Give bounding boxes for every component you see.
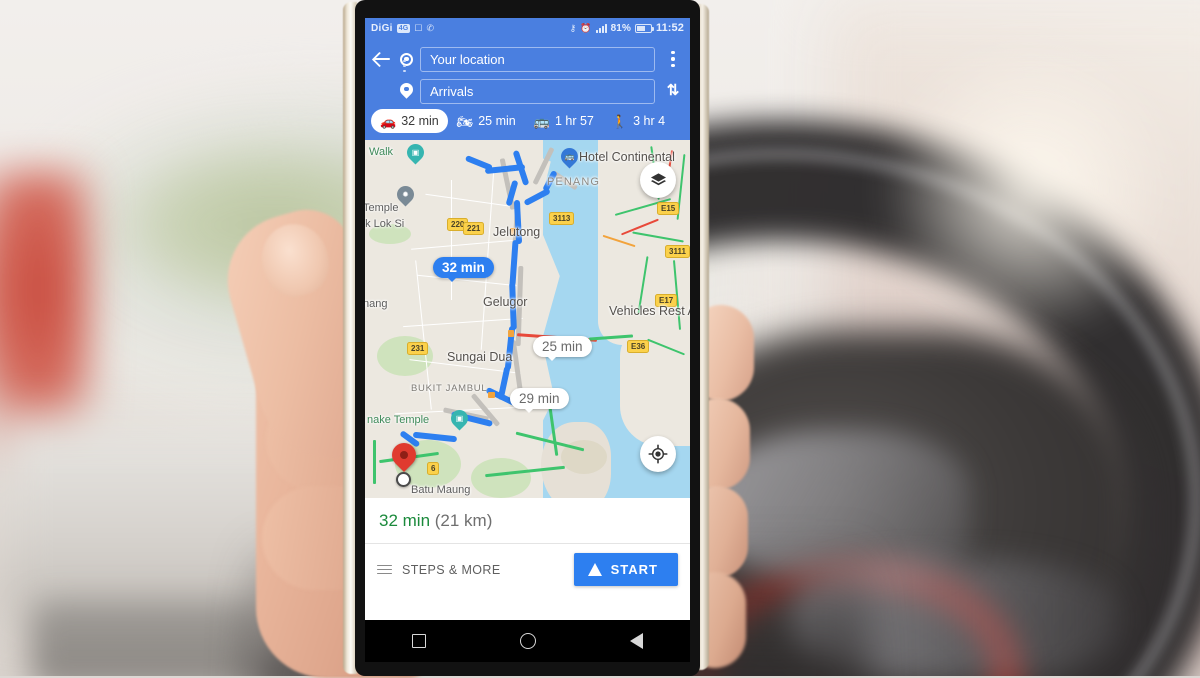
map-traffic-orange [488, 392, 495, 398]
eta-distance: (21 km) [434, 511, 493, 530]
destination-pin-icon [400, 83, 413, 100]
navigation-arrow-icon [587, 563, 602, 576]
hotel-icon: 🚌 [564, 152, 575, 161]
map-label: nang [365, 298, 388, 310]
map-label: BUKIT JAMBUL [411, 383, 488, 394]
motorcycle-icon: 🏍 [456, 113, 474, 129]
battery-percent: 81% [610, 22, 631, 34]
route-pill-alt-25[interactable]: 25 min [533, 336, 592, 361]
home-button-icon[interactable] [520, 633, 536, 649]
origin-input[interactable]: Your location [420, 46, 655, 72]
tab-motorcycle[interactable]: 🏍 25 min [448, 109, 525, 133]
eta-row: 32 min (21 km) [365, 498, 690, 543]
carrier-label: DiGi [371, 22, 393, 34]
map-label: Vehicles Rest Are [609, 304, 690, 318]
network-badge: 4G [396, 23, 411, 33]
directions-header: Your location Arrivals ⇅ 🚗 32 min 🏍 25 m… [365, 38, 690, 140]
map-green-area [471, 458, 531, 498]
map-label: Jelutong [493, 225, 541, 239]
car-icon: 🚗 [380, 113, 397, 129]
android-navigation-bar [365, 620, 690, 662]
destination-row: Arrivals ⇅ [365, 76, 690, 106]
poi-pin-snake-temple[interactable]: ▣ [447, 406, 472, 431]
steps-and-more-button[interactable]: STEPS & MORE [377, 563, 501, 577]
my-location-button[interactable] [640, 436, 676, 472]
tab-motorcycle-label: 25 min [478, 114, 516, 128]
tab-transit[interactable]: 🚌 1 hr 57 [525, 109, 603, 133]
camera-icon: ▣ [411, 148, 420, 157]
map-label: Temple [365, 202, 399, 214]
tab-walking-label: 3 hr 4 [633, 114, 666, 128]
poi-pin-temple[interactable]: ✹ [393, 182, 418, 207]
sheet-actions: STEPS & MORE START [365, 544, 690, 596]
start-label: START [610, 562, 658, 577]
map-label: ek Lok Si [365, 218, 405, 230]
route-shield: E36 [627, 340, 650, 353]
map-canvas[interactable]: 220 221 3113 E15 E17 3111 E36 231 6 ▣ ✹ [365, 140, 690, 498]
transit-icon: 🚌 [533, 113, 550, 129]
swap-button[interactable]: ⇅ [662, 81, 684, 101]
list-icon [377, 564, 392, 575]
status-bar: DiGi 4G ☐ ✆ ⚷ ⏰ 81% 11:52 [365, 18, 690, 38]
start-navigation-button[interactable]: START [573, 553, 678, 586]
phone-screen: DiGi 4G ☐ ✆ ⚷ ⏰ 81% 11:52 Your location … [365, 18, 690, 620]
swap-arrows-icon: ⇅ [666, 82, 680, 99]
map-label: PENANG [547, 176, 601, 188]
tab-transit-label: 1 hr 57 [554, 114, 594, 128]
recents-button-icon[interactable] [412, 634, 426, 648]
map-road [451, 180, 453, 300]
destination-input[interactable]: Arrivals [420, 78, 655, 104]
route-shield: 221 [463, 222, 485, 235]
route-shield: 6 [427, 462, 440, 475]
bg-air-vent [30, 600, 260, 676]
smartphone: DiGi 4G ☐ ✆ ⚷ ⏰ 81% 11:52 Your location … [343, 0, 709, 676]
map-label: nake Temple [367, 414, 430, 426]
tab-driving-label: 32 min [401, 114, 439, 128]
map-label: Batu Maung [411, 484, 471, 496]
sim-icon: ☐ [414, 22, 423, 33]
map-label: Sungai Dua [447, 350, 513, 364]
origin-marker[interactable] [396, 472, 411, 487]
steps-and-more-label: STEPS & MORE [402, 562, 501, 577]
attraction-icon: ▣ [455, 414, 464, 423]
location-icon: ⚷ [569, 22, 577, 33]
signal-icon [595, 23, 607, 33]
map-traffic-green [373, 440, 376, 484]
walk-icon: 🚶 [611, 113, 629, 129]
clock: 11:52 [655, 22, 684, 34]
map-label: Gelugor [483, 295, 528, 309]
alarm-icon: ⏰ [580, 22, 592, 33]
route-shield: 231 [407, 342, 429, 355]
overflow-menu-button[interactable] [662, 50, 684, 68]
route-summary-sheet: 32 min (21 km) STEPS & MORE START [365, 498, 690, 596]
route-shield: 3111 [665, 245, 690, 258]
bg-window-glow [880, 40, 1180, 340]
map-label: Walk [369, 146, 394, 158]
whatsapp-icon: ✆ [426, 22, 435, 33]
tab-walking[interactable]: 🚶 3 hr 4 [603, 109, 674, 133]
battery-icon [634, 23, 654, 33]
map-traffic-orange [508, 330, 514, 337]
kebab-menu-icon [671, 50, 675, 68]
eta-duration: 32 min [379, 511, 431, 530]
temple-icon: ✹ [402, 190, 409, 199]
poi-pin-walk[interactable]: ▣ [403, 140, 428, 165]
route-connector-dots [398, 60, 411, 73]
travel-mode-tabs: 🚗 32 min 🏍 25 min 🚌 1 hr 57 🚶 3 hr 4 [365, 106, 690, 140]
route-pill-alt-29[interactable]: 29 min [510, 388, 569, 413]
back-button-icon[interactable] [630, 633, 643, 649]
origin-row: Your location [365, 42, 690, 76]
layers-icon [650, 172, 666, 185]
poi-pin-hotel[interactable]: 🚌 [557, 144, 582, 169]
my-location-icon [648, 444, 668, 464]
layers-button[interactable] [640, 162, 676, 198]
route-shield: 3113 [549, 212, 575, 225]
tab-driving[interactable]: 🚗 32 min [371, 109, 448, 133]
route-pill-primary[interactable]: 32 min [433, 257, 494, 282]
route-shield: E15 [657, 202, 680, 215]
back-icon[interactable] [371, 48, 393, 70]
